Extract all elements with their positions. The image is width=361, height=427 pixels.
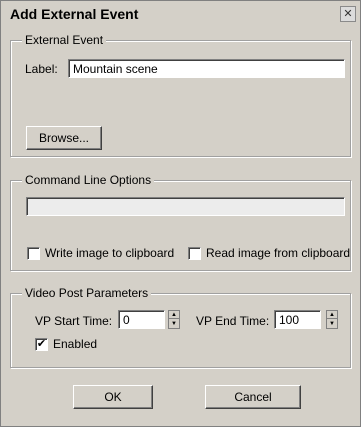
write-image-to-clipboard-label[interactable]: Write image to clipboard [45, 246, 174, 260]
read-image-from-clipboard-label[interactable]: Read image from clipboard [206, 246, 350, 260]
add-external-event-dialog: Add External Event ✕ External Event Labe… [0, 0, 361, 427]
read-image-from-clipboard-checkbox[interactable] [188, 247, 201, 260]
vp-start-time-input[interactable] [118, 310, 165, 329]
cancel-button[interactable]: Cancel [205, 385, 301, 409]
write-image-to-clipboard-checkbox[interactable] [27, 247, 40, 260]
video-post-parameters-group [10, 293, 351, 368]
label-caption: Label: [25, 62, 58, 76]
video-post-parameters-group-label: Video Post Parameters [22, 286, 152, 300]
spinner-down-icon[interactable]: ▼ [169, 320, 179, 328]
label-input[interactable] [68, 59, 345, 78]
spinner-up-icon[interactable]: ▲ [169, 311, 179, 319]
enabled-label[interactable]: Enabled [53, 337, 97, 351]
vp-end-time-input[interactable] [274, 310, 321, 329]
title-bar[interactable]: Add External Event ✕ [2, 2, 359, 28]
spinner-down-icon[interactable]: ▼ [327, 320, 337, 328]
browse-button[interactable]: Browse... [26, 126, 102, 150]
external-event-group-label: External Event [22, 33, 107, 47]
close-icon[interactable]: ✕ [340, 6, 356, 22]
ok-button[interactable]: OK [73, 385, 153, 409]
vp-end-time-spinner[interactable]: ▲ ▼ [326, 310, 338, 329]
command-line-input[interactable] [26, 197, 345, 216]
enabled-checkbox[interactable]: ✔ [35, 338, 48, 351]
command-line-options-group-label: Command Line Options [22, 173, 155, 187]
vp-end-time-label: VP End Time: [196, 314, 270, 328]
vp-start-time-label: VP Start Time: [35, 314, 113, 328]
dialog-title: Add External Event [10, 6, 139, 22]
vp-start-time-spinner[interactable]: ▲ ▼ [168, 310, 180, 329]
spinner-up-icon[interactable]: ▲ [327, 311, 337, 319]
